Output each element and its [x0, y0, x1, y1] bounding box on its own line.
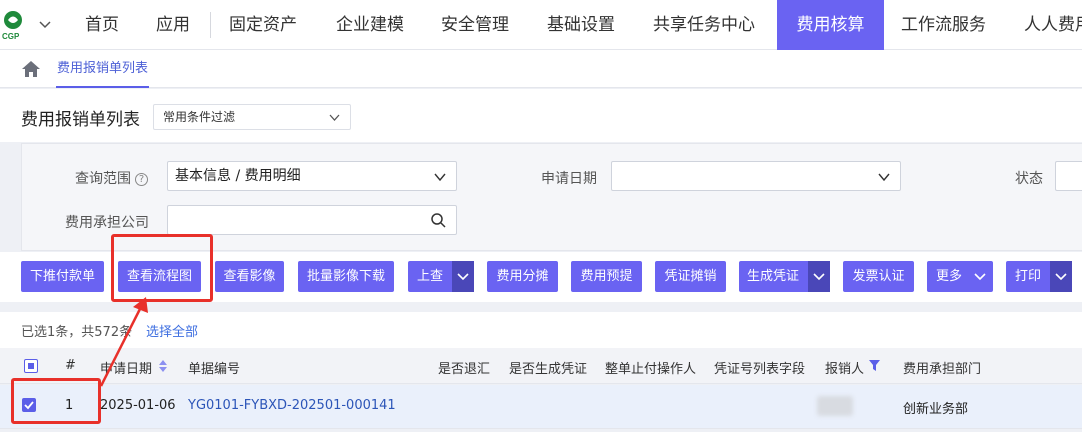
- annotation-arrow: [99, 297, 148, 387]
